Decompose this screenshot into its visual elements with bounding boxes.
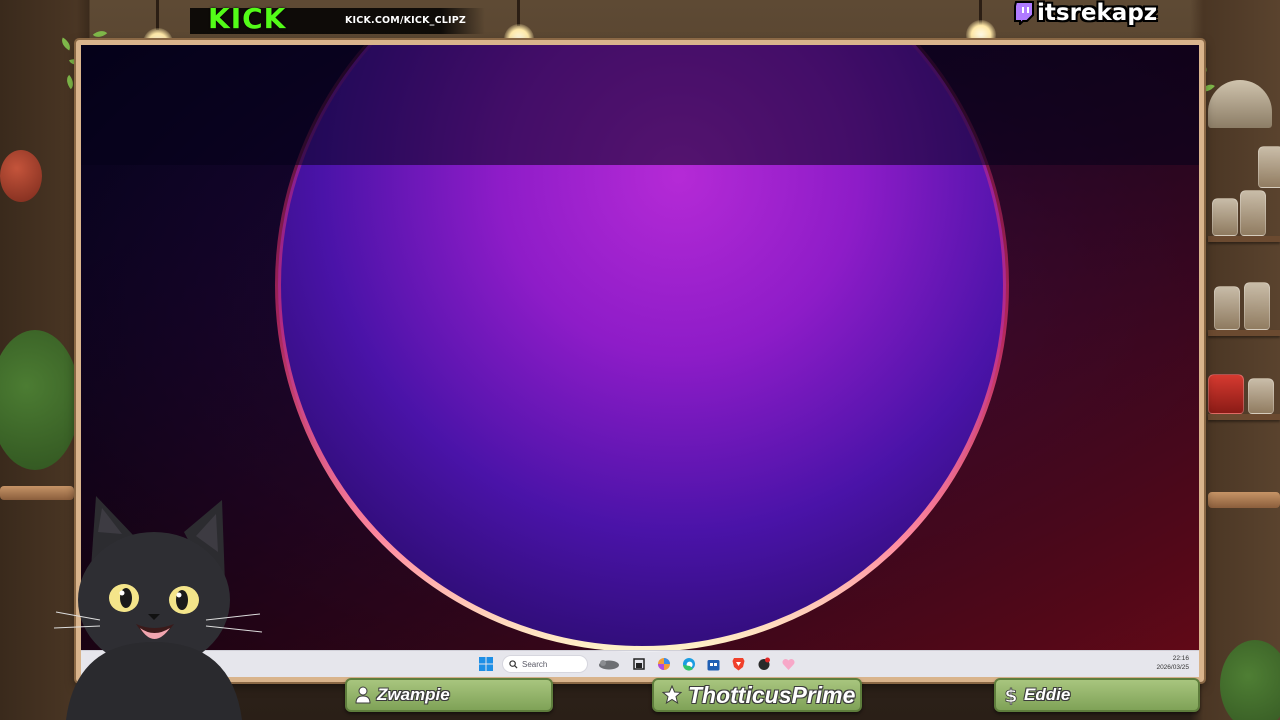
- task-view-icon[interactable]: [630, 656, 647, 673]
- left-plant: [0, 330, 80, 470]
- pendant-lamp: [1208, 80, 1272, 128]
- dollar-icon: $: [1004, 685, 1018, 705]
- name-plate-center-label: ThotticusPrime: [688, 681, 856, 708]
- search-icon: [509, 659, 518, 669]
- app-icon[interactable]: [755, 656, 772, 673]
- brave-icon[interactable]: [730, 656, 747, 673]
- vine-leaf: [92, 27, 108, 41]
- vine-leaf: [63, 74, 77, 90]
- shelf-top: [1208, 236, 1280, 242]
- right-table: [1208, 492, 1280, 508]
- name-plate-center: ThotticusPrime: [652, 678, 862, 712]
- search-placeholder: Search: [522, 659, 548, 669]
- red-jar: [1208, 374, 1244, 414]
- jar: [1244, 282, 1270, 330]
- hanging-lantern: [0, 150, 42, 202]
- person-icon: [355, 686, 371, 704]
- taskbar-search-box[interactable]: Search: [502, 655, 588, 673]
- name-plate-right: $ Eddie: [994, 678, 1200, 712]
- name-plate-left: Zwampie: [345, 678, 553, 712]
- store-icon[interactable]: [705, 656, 722, 673]
- kick-logo: KICK: [208, 2, 287, 35]
- widget-icon[interactable]: [596, 656, 622, 673]
- twitch-handle-badge: itsrekapz: [1013, 0, 1157, 26]
- pink-app-icon[interactable]: [780, 656, 797, 673]
- windows-start-icon[interactable]: [477, 656, 494, 673]
- shelf-middle: [1208, 330, 1280, 336]
- jar: [1240, 190, 1266, 236]
- taskbar-clock[interactable]: 22:16 2026/03/25: [1156, 654, 1189, 672]
- kick-url: KICK.COM/KICK_CLIPZ: [345, 15, 467, 26]
- clock-date: 2026/03/25: [1156, 664, 1189, 671]
- copilot-icon[interactable]: [655, 656, 672, 673]
- svg-text:$: $: [1004, 685, 1017, 705]
- cat-avatar: [53, 496, 263, 720]
- stream-overlay: Search 22:16 2026/03/25 KICK KICK.COM/KI…: [0, 0, 1280, 720]
- jar: [1214, 286, 1240, 330]
- vine-leaf: [58, 37, 74, 51]
- shelf-bottom: [1208, 414, 1280, 420]
- name-plate-right-label: Eddie: [1024, 685, 1071, 704]
- edge-icon[interactable]: [680, 656, 697, 673]
- jar: [1258, 146, 1280, 188]
- clock-time: 22:16: [1172, 655, 1189, 662]
- jar: [1248, 378, 1274, 414]
- twitch-handle-text: itsrekapz: [1037, 0, 1158, 26]
- name-plate-left-label: Zwampie: [377, 685, 450, 704]
- jar: [1212, 198, 1238, 236]
- right-plant: [1220, 640, 1280, 720]
- star-icon: [662, 685, 682, 705]
- twitch-icon: [1014, 1, 1034, 25]
